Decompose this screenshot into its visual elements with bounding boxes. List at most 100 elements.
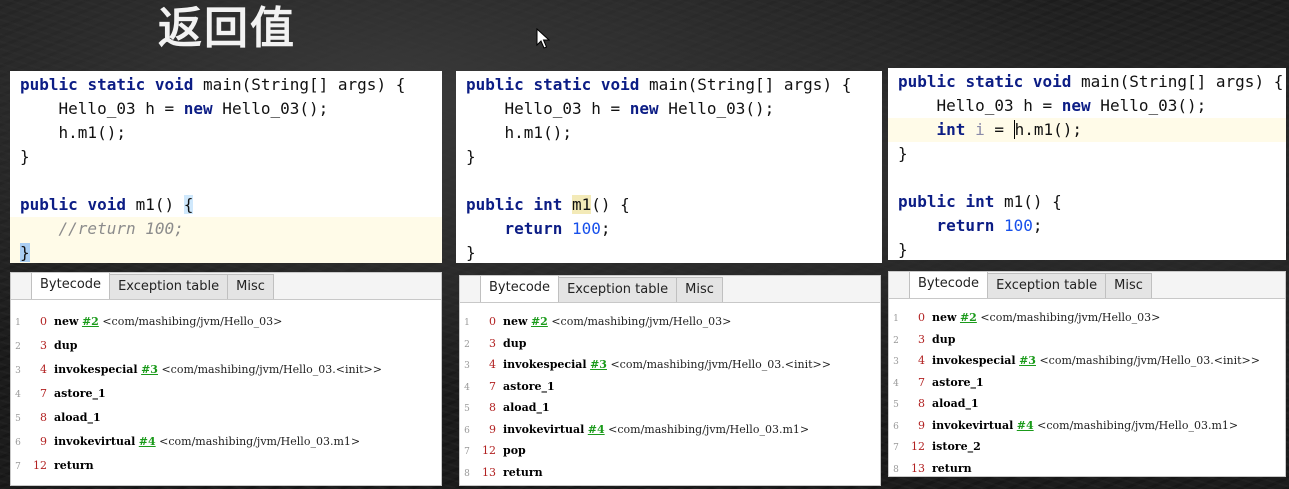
opcode: return	[932, 461, 972, 475]
bytecode-offset: 4	[918, 354, 925, 367]
bytecode-offset: 12	[482, 444, 496, 457]
bytecode-panel-1: Bytecode Exception table Misc 1 0 new #2 <…	[10, 272, 442, 486]
bytecode-offset: 3	[40, 339, 47, 352]
code-line: public int m1() {	[898, 192, 1062, 211]
bytecode-panel-2: Bytecode Exception table Misc 1 0 new #2 <…	[459, 275, 881, 486]
bytecode-row[interactable]: 5 8 aload_1	[889, 393, 1285, 415]
tab-bytecode[interactable]: Bytecode	[31, 273, 111, 299]
code-editor-panel-2[interactable]: public static void main(String[] args) {…	[456, 71, 882, 263]
bytecode-offset: 9	[40, 435, 47, 448]
tab-exception-table[interactable]: Exception table	[109, 274, 229, 299]
bytecode-row[interactable]: 2 3 dup	[11, 334, 441, 358]
constant-pool-ref[interactable]: #2	[82, 315, 99, 328]
bytecode-row[interactable]: 2 3 dup	[460, 333, 880, 355]
bytecode-row[interactable]: 7 12 return	[11, 454, 441, 478]
bytecode-row[interactable]: 4 7 astore_1	[11, 382, 441, 406]
opcode-argument: <com/mashibing/jvm/Hello_03.<init>>	[161, 363, 382, 376]
code-line: h.m1();	[504, 123, 572, 142]
bytecode-offset: 13	[911, 461, 925, 475]
code-editor-panel-3[interactable]: public static void main(String[] args) {…	[888, 68, 1286, 260]
tab-bytecode[interactable]: Bytecode	[480, 276, 560, 302]
code-line: }	[898, 144, 908, 163]
bytecode-offset: 9	[918, 418, 925, 432]
bytecode-row[interactable]: 7 12 pop	[460, 440, 880, 462]
code-line: public void m1() {	[20, 195, 194, 214]
opcode: astore_1	[54, 387, 106, 400]
opcode-argument: <com/mashibing/jvm/Hello_03.m1>	[1037, 418, 1239, 432]
constant-pool-ref[interactable]: #2	[531, 315, 548, 328]
code-editor-panel-1[interactable]: public static void main(String[] args) {…	[10, 71, 442, 263]
line-number: 7	[15, 462, 21, 472]
tab-bytecode[interactable]: Bytecode	[909, 272, 989, 298]
code-line: Hello_03 h = new Hello_03();	[58, 99, 329, 118]
code-line: //return 100;	[10, 217, 442, 241]
tab-exception-table[interactable]: Exception table	[558, 277, 678, 302]
constant-pool-ref[interactable]: #3	[590, 358, 607, 371]
bytecode-offset: 12	[911, 440, 925, 453]
constant-pool-ref[interactable]: #4	[1017, 419, 1034, 432]
tab-bar: Bytecode Exception table Misc	[460, 276, 880, 303]
line-number: 6	[15, 438, 21, 448]
bytecode-row[interactable]: 4 7 astore_1	[460, 376, 880, 398]
constant-pool-ref[interactable]: #4	[139, 435, 156, 448]
opcode: astore_1	[503, 379, 555, 393]
opcode-argument: <com/mashibing/jvm/Hello_03>	[980, 311, 1161, 324]
bytecode-row[interactable]: 7 12 istore_2	[889, 436, 1285, 458]
opcode-argument: <com/mashibing/jvm/Hello_03.<init>>	[1039, 354, 1260, 367]
line-number: 1	[15, 318, 21, 328]
line-number: 4	[464, 382, 470, 393]
line-number: 8	[893, 464, 899, 475]
bytecode-row[interactable]: 5 8 aload_1	[460, 397, 880, 419]
opcode: new	[932, 311, 957, 324]
bytecode-offset: 12	[33, 459, 47, 472]
opcode: aload_1	[503, 401, 550, 414]
code-line: }	[898, 240, 908, 259]
bytecode-row[interactable]: 3 4 invokespecial #3 <com/mashibing/jvm/He…	[460, 354, 880, 376]
opcode-argument: <com/mashibing/jvm/Hello_03>	[551, 315, 732, 328]
opcode: invokevirtual	[932, 418, 1014, 432]
bytecode-row[interactable]: 6 9 invokevirtual #4 <com/mashibing/jvm/He…	[460, 419, 880, 441]
bytecode-row[interactable]: 8 13 return	[889, 458, 1285, 477]
line-number: 3	[893, 357, 899, 367]
opcode: new	[503, 315, 528, 328]
constant-pool-ref[interactable]: #3	[1019, 354, 1036, 367]
bytecode-row[interactable]: 3 4 invokespecial #3 <com/mashibing/jvm/He…	[11, 358, 441, 382]
line-number: 2	[464, 339, 470, 350]
line-number: 7	[464, 447, 470, 457]
constant-pool-ref[interactable]: #4	[588, 423, 605, 436]
bytecode-offset: 0	[489, 315, 496, 328]
bytecode-offset: 7	[40, 387, 47, 400]
line-number: 1	[893, 314, 899, 324]
bytecode-row[interactable]: 8 13 return	[460, 462, 880, 484]
opcode: astore_1	[932, 375, 984, 389]
bytecode-offset: 7	[918, 375, 925, 389]
code-line: }	[10, 241, 442, 263]
bytecode-row[interactable]: 5 8 aload_1	[11, 406, 441, 430]
bytecode-row[interactable]: 1 0 new #2 <com/mashibing/jvm/Hello_03>	[11, 310, 441, 334]
bytecode-row[interactable]: 3 4 invokespecial #3 <com/mashibing/jvm/He…	[889, 350, 1285, 372]
line-number: 5	[893, 400, 899, 410]
tab-misc[interactable]: Misc	[1105, 273, 1152, 298]
constant-pool-ref[interactable]: #2	[960, 311, 977, 324]
bytecode-offset: 7	[489, 379, 496, 393]
line-number: 8	[464, 468, 470, 479]
bytecode-row[interactable]: 6 9 invokevirtual #4 <com/mashibing/jvm/He…	[11, 430, 441, 454]
constant-pool-ref[interactable]: #3	[141, 363, 158, 376]
opcode-argument: <com/mashibing/jvm/Hello_03.m1>	[608, 422, 810, 436]
opcode: invokevirtual	[503, 422, 585, 436]
line-number: 4	[15, 390, 21, 400]
bytecode-row[interactable]: 1 0 new #2 <com/mashibing/jvm/Hello_03>	[889, 307, 1285, 329]
tab-exception-table[interactable]: Exception table	[987, 273, 1107, 298]
bytecode-row[interactable]: 1 0 new #2 <com/mashibing/jvm/Hello_03>	[460, 311, 880, 333]
tab-misc[interactable]: Misc	[676, 277, 723, 302]
bytecode-offset: 4	[489, 358, 496, 371]
opcode-argument: <com/mashibing/jvm/Hello_03.<init>>	[610, 358, 831, 371]
tab-misc[interactable]: Misc	[227, 274, 274, 299]
bytecode-row[interactable]: 2 3 dup	[889, 329, 1285, 351]
bytecode-offset: 9	[489, 422, 496, 436]
line-number: 2	[15, 342, 21, 352]
tab-bar: Bytecode Exception table Misc	[11, 273, 441, 300]
bytecode-row[interactable]: 4 7 astore_1	[889, 372, 1285, 394]
bytecode-row[interactable]: 6 9 invokevirtual #4 <com/mashibing/jvm/He…	[889, 415, 1285, 437]
code-line: return 100;	[936, 216, 1043, 235]
